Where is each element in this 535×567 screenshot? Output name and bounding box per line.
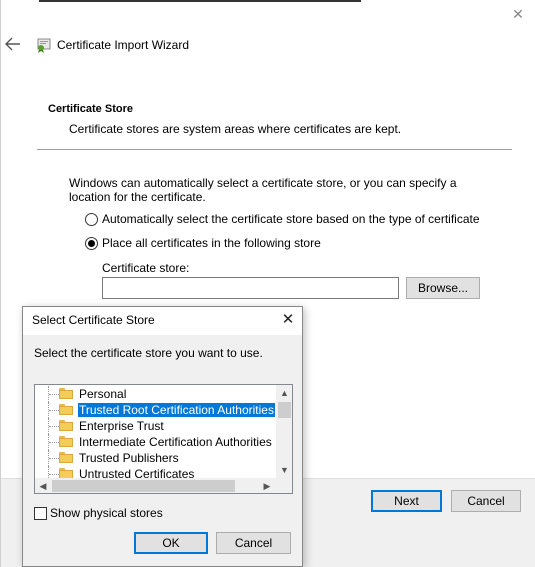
horizontal-scroll-thumb[interactable] [52,480,235,492]
scroll-right-icon[interactable]: ▶ [259,478,275,493]
certificate-store-input[interactable] [102,277,399,299]
window-top-strip [39,0,361,2]
back-arrow-icon[interactable] [5,37,23,53]
tree-item-label: Untrusted Certificates [79,467,195,478]
ok-button[interactable]: OK [134,532,208,554]
folder-icon [59,452,73,463]
scroll-down-icon[interactable]: ▼ [276,462,292,478]
show-physical-stores-checkbox[interactable]: Show physical stores [34,506,163,520]
divider [37,149,512,150]
horizontal-scrollbar[interactable]: ◀ ▶ [35,478,276,493]
folder-icon [59,468,73,478]
certificate-store-label: Certificate store: [102,261,190,275]
radio-button-icon[interactable] [85,212,98,226]
tree-item-label: Enterprise Trust [79,419,164,433]
browse-button[interactable]: Browse... [406,277,480,299]
folder-icon [59,404,73,415]
close-icon[interactable]: ✕ [510,6,526,22]
scrollbar-corner [276,478,292,493]
dialog-instruction: Select the certificate store you want to… [34,346,263,360]
section-description: Certificate stores are system areas wher… [69,122,402,136]
tree-item-label: Trusted Root Certification Authorities [78,403,275,417]
dialog-cancel-button[interactable]: Cancel [216,532,291,554]
tree-item-intermediate[interactable]: Intermediate Certification Authorities [35,434,275,450]
radio-place-in-store-label: Place all certificates in the following … [102,236,321,250]
store-tree[interactable]: Personal Trusted Root Certification Auth… [34,384,293,494]
certificate-wizard-icon [35,36,53,54]
select-certificate-store-dialog: Select Certificate Store ✕ Select the ce… [22,306,303,567]
checkbox-icon[interactable] [34,506,47,520]
next-button[interactable]: Next [371,490,442,512]
folder-icon [59,420,73,431]
wizard-title: Certificate Import Wizard [57,38,190,52]
dialog-close-icon[interactable]: ✕ [279,310,297,330]
radio-place-in-store[interactable]: Place all certificates in the following … [85,236,321,250]
scroll-up-icon[interactable]: ▲ [276,385,292,401]
store-tree-list: Personal Trusted Root Certification Auth… [35,385,275,478]
tree-item-label: Trusted Publishers [79,451,179,465]
tree-item-label: Personal [79,387,127,401]
show-physical-stores-label: Show physical stores [50,506,163,520]
radio-auto-select-label: Automatically select the certificate sto… [102,212,480,226]
folder-icon [59,436,73,447]
dialog-title: Select Certificate Store [32,313,155,327]
radio-auto-select[interactable]: Automatically select the certificate sto… [85,212,480,226]
tree-item-enterprise-trust[interactable]: Enterprise Trust [35,418,275,434]
scroll-left-icon[interactable]: ◀ [35,478,51,493]
dialog-titlebar: Select Certificate Store ✕ [23,307,302,335]
vertical-scroll-thumb[interactable] [278,402,291,418]
store-explanation: Windows can automatically select a certi… [69,176,457,204]
radio-button-checked-icon[interactable] [85,236,98,250]
tree-item-trusted-publishers[interactable]: Trusted Publishers [35,450,275,466]
vertical-scrollbar[interactable]: ▲ ▼ [276,385,292,478]
cancel-button[interactable]: Cancel [451,490,521,512]
folder-icon [59,388,73,399]
tree-item-trusted-root[interactable]: Trusted Root Certification Authorities [35,402,275,418]
tree-item-label: Intermediate Certification Authorities [79,435,272,449]
tree-item-personal[interactable]: Personal [35,386,275,402]
tree-item-untrusted[interactable]: Untrusted Certificates [35,466,275,478]
section-title: Certificate Store [48,103,133,115]
